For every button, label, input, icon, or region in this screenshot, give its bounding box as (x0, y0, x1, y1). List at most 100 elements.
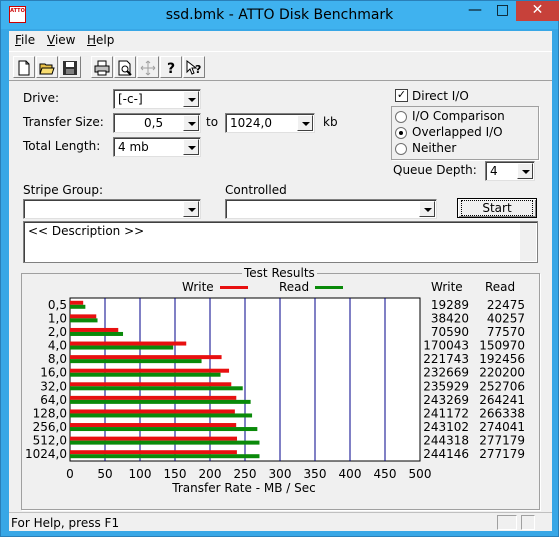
description-field[interactable]: << Description >> (23, 221, 538, 263)
description-text: << Description >> (28, 224, 145, 238)
stripe-group-select[interactable] (23, 199, 201, 219)
chevron-down-icon[interactable] (183, 139, 199, 155)
description-scrollbar[interactable] (520, 223, 536, 261)
maximize-button[interactable]: □ (489, 1, 516, 21)
x-tick-label: 0 (66, 467, 74, 481)
write-value: 232669 (423, 366, 469, 380)
title-bar[interactable]: ATTO ssd.bmk - ATTO Disk Benchmark — □ ✕ (1, 1, 559, 29)
legend-write-swatch (220, 286, 248, 289)
context-help-icon[interactable]: ? (183, 56, 205, 78)
write-bar (70, 341, 187, 346)
y-tick-label: 256,0 (33, 420, 67, 434)
status-text: For Help, press F1 (11, 516, 120, 530)
status-pane-1 (497, 515, 517, 530)
neither-label[interactable]: Neither (412, 141, 456, 155)
print-preview-icon[interactable] (114, 56, 136, 78)
chevron-down-icon[interactable] (419, 201, 435, 217)
x-tick-label: 350 (304, 467, 327, 481)
svg-text:?: ? (167, 61, 175, 76)
client-area: File View Help ? ? Drive: [-c-] Transfer… (9, 31, 552, 531)
drive-value: [-c-] (118, 92, 143, 106)
legend-read-swatch (315, 286, 343, 289)
read-bar (70, 413, 253, 418)
y-tick-label: 1024,0 (25, 447, 67, 461)
menu-help[interactable]: Help (87, 33, 114, 47)
x-tick-label: 450 (374, 467, 397, 481)
minimize-button[interactable]: — (461, 1, 489, 21)
print-icon[interactable] (91, 56, 113, 78)
chevron-down-icon[interactable] (517, 163, 533, 179)
drive-label: Drive: (23, 91, 60, 105)
total-length-value: 4 mb (118, 140, 149, 154)
controlled-select[interactable] (225, 199, 437, 219)
open-icon[interactable] (36, 56, 58, 78)
total-length-select[interactable]: 4 mb (113, 137, 201, 157)
total-length-label: Total Length: (23, 139, 101, 153)
y-tick-label: 4,0 (48, 339, 67, 353)
io-comparison-label[interactable]: I/O Comparison (412, 109, 505, 123)
y-tick-label: 128,0 (33, 406, 67, 420)
to-label: to (206, 115, 219, 129)
write-value: 244146 (423, 447, 469, 461)
read-column-header: Read (485, 280, 515, 294)
read-value: 22475 (487, 298, 525, 312)
stripe-group-label: Stripe Group: (23, 183, 103, 197)
y-tick-label: 16,0 (40, 366, 67, 380)
read-bar (70, 318, 98, 323)
write-bar (70, 368, 230, 373)
io-comparison-radio[interactable] (395, 111, 407, 123)
chevron-down-icon[interactable] (183, 91, 199, 107)
help-icon[interactable]: ? (160, 56, 182, 78)
neither-radio[interactable] (395, 143, 407, 155)
x-tick-label: 50 (97, 467, 112, 481)
drive-select[interactable]: [-c-] (113, 89, 201, 109)
chevron-down-icon[interactable] (183, 201, 199, 217)
write-bar (70, 327, 119, 332)
read-value: 266338 (479, 406, 525, 420)
transfer-size-to-select[interactable]: 1024,0 (225, 113, 315, 133)
y-tick-label: 2,0 (48, 325, 67, 339)
transfer-from-value: 0,5 (144, 116, 164, 130)
app-window: ATTO ssd.bmk - ATTO Disk Benchmark — □ ✕… (0, 0, 559, 537)
x-tick-label: 150 (164, 467, 187, 481)
close-button[interactable]: ✕ (516, 1, 559, 21)
menu-file[interactable]: File (15, 33, 35, 47)
read-value: 150970 (479, 339, 525, 353)
start-button-label: Start (461, 200, 533, 216)
write-bar (70, 355, 222, 360)
move-icon[interactable] (137, 56, 159, 78)
results-chart: Write Read Write Read Transfer Rate - MB… (25, 280, 525, 495)
y-tick-label: 1,0 (48, 311, 67, 325)
status-bar: For Help, press F1 (9, 512, 552, 531)
read-value: 192456 (479, 352, 525, 366)
legend-write-label: Write (182, 280, 214, 294)
read-bar (70, 304, 86, 309)
write-value: 221743 (423, 352, 469, 366)
read-value: 220200 (479, 366, 525, 380)
write-column-header: Write (431, 280, 463, 294)
overlapped-io-radio[interactable] (395, 127, 407, 139)
new-icon[interactable] (13, 56, 35, 78)
svg-text:?: ? (195, 63, 201, 76)
write-bar (70, 436, 238, 441)
write-bar (70, 395, 237, 400)
write-value: 244318 (423, 434, 469, 448)
direct-io-checkbox[interactable]: ✓ (395, 89, 408, 102)
kb-label: kb (323, 115, 338, 129)
queue-depth-select[interactable]: 4 (485, 161, 535, 181)
transfer-size-from-select[interactable]: 0,5 (113, 113, 201, 133)
chevron-down-icon[interactable] (297, 115, 313, 131)
y-tick-label: 64,0 (40, 393, 67, 407)
start-button[interactable]: Start (457, 198, 537, 218)
x-tick-label: 200 (199, 467, 222, 481)
y-tick-label: 8,0 (48, 352, 67, 366)
write-value: 38420 (431, 311, 469, 325)
chevron-down-icon[interactable] (183, 115, 199, 131)
menu-view[interactable]: View (47, 33, 75, 47)
write-value: 170043 (423, 339, 469, 353)
read-bar (70, 440, 260, 445)
write-value: 19289 (431, 298, 469, 312)
save-icon[interactable] (59, 56, 81, 78)
direct-io-label[interactable]: Direct I/O (412, 89, 469, 103)
overlapped-io-label[interactable]: Overlapped I/O (412, 125, 503, 139)
